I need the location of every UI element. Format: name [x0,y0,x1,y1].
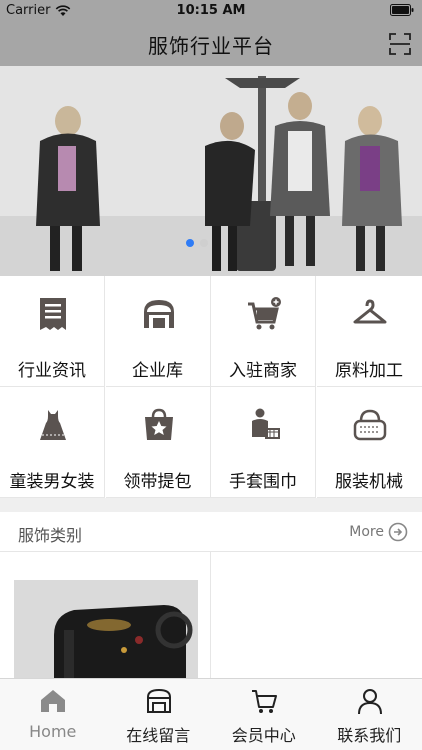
grid-item-machinery[interactable]: 服装机械 [316,387,422,498]
scan-icon[interactable] [388,32,412,56]
section-title: 服饰类别 [18,526,83,545]
grid-item-label: 原料加工 [335,361,403,381]
grid-item-ties-bags[interactable]: 领带提包 [105,387,211,498]
tab-bar: Home 在线留言 会员中心 联系我们 [0,678,422,750]
news-icon [40,298,66,330]
tab-message[interactable]: 在线留言 [106,679,212,750]
carousel-indicator [186,239,208,247]
handbag-icon [353,409,386,441]
product-thumbnail[interactable] [14,580,198,678]
message-icon [146,688,171,713]
tab-home[interactable]: Home [0,679,106,750]
tab-member[interactable]: 会员中心 [211,679,317,750]
tab-label: Home [29,722,77,741]
category-grid: 行业资讯 企业库 入驻商家 原料加工 童装男女装 领带提包 手套围巾 服装机械 [0,276,422,498]
section-header: 服饰类别 More [0,512,422,552]
page-title: 服饰行业平台 [148,34,274,58]
grid-item-label: 服装机械 [335,472,403,492]
grid-item-label: 童装男女装 [9,472,95,492]
cart-icon [252,690,277,713]
carousel-dot-1[interactable] [186,239,194,247]
grid-item-apparel[interactable]: 童装男女装 [0,387,105,498]
more-link[interactable]: More [349,522,408,542]
grid-item-gloves-scarves[interactable]: 手套围巾 [211,387,316,498]
carousel-dot-2[interactable] [200,239,208,247]
product-list [0,552,422,678]
more-label: More [349,524,384,540]
cart-add-icon [248,297,281,330]
banner-image [0,66,422,276]
star-bag-icon [144,408,173,440]
section-divider [0,498,422,512]
tab-contact[interactable]: 联系我们 [317,679,422,750]
grid-item-label: 行业资讯 [18,361,86,381]
arrow-right-circle-icon [388,522,408,542]
product-divider [210,552,211,678]
grid-item-label: 领带提包 [123,472,192,492]
grid-item-label: 企业库 [132,361,183,381]
banner-carousel[interactable] [0,66,422,276]
grid-item-news[interactable]: 行业资讯 [0,276,105,387]
grid-item-label: 入驻商家 [229,361,297,381]
tab-label: 联系我们 [337,726,402,745]
tab-label: 会员中心 [231,726,296,745]
person-basket-icon [252,408,280,439]
battery-icon [390,4,414,16]
store-icon [143,300,174,328]
grid-item-enterprise[interactable]: 企业库 [105,276,211,387]
status-bar: Carrier 10:15 AM [0,0,422,22]
tab-label: 在线留言 [126,726,191,745]
dress-icon [40,410,66,440]
grid-item-merchants[interactable]: 入驻商家 [211,276,316,387]
sewing-machine-image [14,580,198,678]
grid-item-label: 手套围巾 [229,472,297,492]
person-icon [357,689,382,715]
home-icon [41,690,65,712]
hanger-icon [353,299,386,324]
clock: 10:15 AM [176,3,246,18]
grid-item-materials[interactable]: 原料加工 [316,276,422,387]
nav-bar: 服饰行业平台 [0,22,422,66]
